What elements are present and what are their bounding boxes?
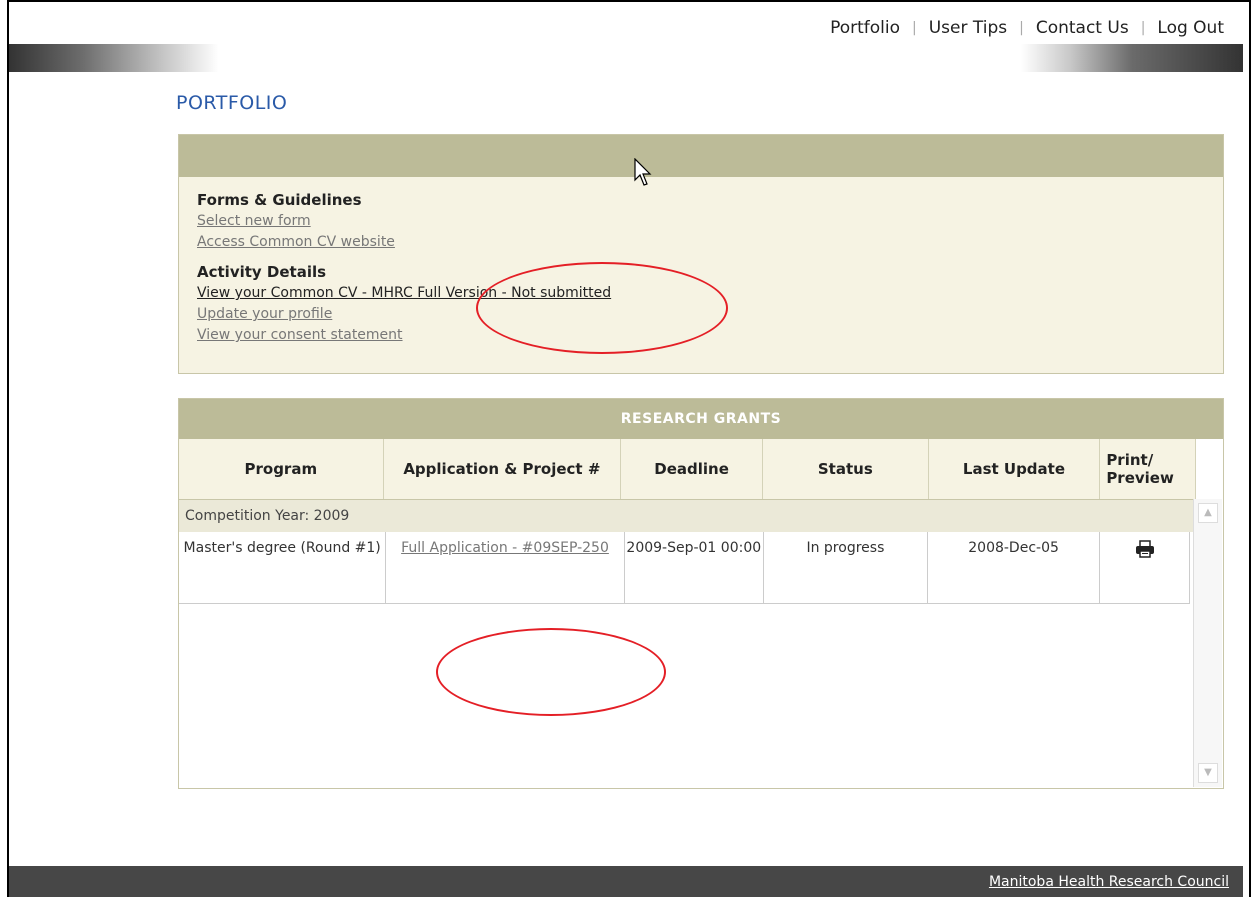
top-nav: Portfolio | User Tips | Contact Us | Log… <box>830 14 1224 42</box>
annotation-circle <box>436 628 666 716</box>
col-application: Application & Project # <box>383 439 622 499</box>
competition-year-row: Competition Year: 2009 <box>179 499 1196 532</box>
mouse-cursor-icon <box>634 158 652 186</box>
cell-program: Master's degree (Round #1) <box>179 532 387 604</box>
col-program: Program <box>179 439 384 499</box>
grants-header-row: Program Application & Project # Deadline… <box>179 439 1196 499</box>
common-cv-website-link[interactable]: Access Common CV website <box>197 232 1205 253</box>
nav-separator: | <box>1019 20 1024 36</box>
page-title: PORTFOLIO <box>176 92 288 114</box>
nav-user-tips[interactable]: User Tips <box>929 18 1007 38</box>
forms-section-title: Forms & Guidelines <box>197 191 362 209</box>
nav-separator: | <box>1140 20 1146 36</box>
col-last-update: Last Update <box>928 439 1101 499</box>
annotation-circle <box>476 262 728 354</box>
application-link[interactable]: Full Application - #09SEP-250 <box>401 540 609 556</box>
col-deadline: Deadline <box>620 439 764 499</box>
scroll-up-icon[interactable]: ▲ <box>1198 503 1218 523</box>
nav-contact-us[interactable]: Contact Us <box>1036 18 1129 38</box>
research-grants-table: RESEARCH GRANTS Program Application & Pr… <box>178 398 1224 789</box>
scroll-down-icon[interactable]: ▼ <box>1198 763 1218 783</box>
footer-bar: Manitoba Health Research Council <box>9 866 1243 897</box>
nav-portfolio[interactable]: Portfolio <box>830 18 900 38</box>
nav-log-out[interactable]: Log Out <box>1157 18 1224 38</box>
grants-rows: Master's degree (Round #1) Full Applicat… <box>179 532 1190 604</box>
header-gradient-bar <box>9 44 1243 72</box>
cell-status: In progress <box>763 532 928 604</box>
table-row: Master's degree (Round #1) Full Applicat… <box>179 532 1190 604</box>
col-print-preview: Print/ Preview <box>1099 439 1196 499</box>
cell-deadline: 2009-Sep-01 00:00 <box>624 532 764 604</box>
nav-separator: | <box>912 20 917 36</box>
activity-section-title: Activity Details <box>197 263 327 281</box>
forms-panel-header <box>179 135 1223 177</box>
col-status: Status <box>762 439 929 499</box>
printer-icon[interactable] <box>1135 540 1155 562</box>
select-new-form-link[interactable]: Select new form <box>197 211 1205 232</box>
forms-panel: Forms & Guidelines Select new form Acces… <box>178 134 1224 374</box>
table-scrollbar[interactable]: ▲ ▼ <box>1193 499 1222 787</box>
footer-mhrc-link[interactable]: Manitoba Health Research Council <box>989 874 1229 890</box>
cell-last-update: 2008-Dec-05 <box>927 532 1101 604</box>
grants-title: RESEARCH GRANTS <box>179 399 1223 439</box>
